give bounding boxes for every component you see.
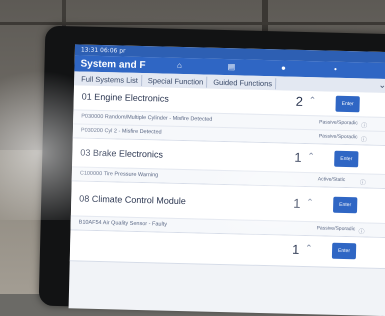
enter-button[interactable]: Enter	[334, 150, 359, 168]
info-icon[interactable]: ⓘ	[358, 226, 364, 235]
fault-count: 1	[293, 195, 301, 211]
module-row: 01 Engine Electronics 2 ⌃ Enter P030000 …	[72, 85, 385, 147]
fault-code: P030000 Random/Multiple Cylinder - Misfi…	[81, 113, 213, 123]
info-icon[interactable]: ⓘ	[361, 120, 367, 129]
module-title: 03 Brake Electronics	[80, 147, 164, 160]
tablet-screen: 13:31 06:06 pr System and F ⌂ ▤ ● • Full…	[68, 44, 385, 316]
module-header[interactable]: 1 ⌃ Enter	[70, 230, 385, 268]
chevron-up-icon[interactable]: ⌃	[305, 243, 313, 254]
fault-count: 1	[291, 241, 300, 257]
enter-button[interactable]: Enter	[335, 95, 360, 113]
background-seam	[0, 22, 385, 25]
enter-button[interactable]: Enter	[331, 242, 357, 260]
info-icon[interactable]: ⓘ	[360, 177, 366, 186]
fault-status: Passive/Sporadic	[316, 225, 356, 233]
fault-status: Passive/Sporadic	[319, 119, 358, 127]
app-title: System and F	[80, 58, 146, 71]
tablet-device: 13:31 06:06 pr System and F ⌂ ▤ ● • Full…	[38, 25, 385, 316]
info-icon[interactable]: ⓘ	[361, 134, 367, 143]
fault-code: B10AF54 Air Quality Sensor - Faulty	[78, 219, 168, 228]
module-row: 1 ⌃ Enter	[69, 230, 385, 270]
tab-guided-functions[interactable]: Guided Functions	[210, 76, 277, 89]
fault-count: 1	[294, 149, 302, 165]
home-icon[interactable]: ⌂	[174, 61, 184, 71]
module-title: 08 Climate Control Module	[79, 193, 186, 207]
tab-full-systems-list[interactable]: Full Systems List	[78, 72, 142, 86]
fault-code: P030200 Cyl 2 - Misfire Detected	[80, 127, 162, 136]
fault-count: 2	[295, 93, 304, 109]
chevron-up-icon[interactable]: ⌃	[306, 197, 314, 208]
document-icon[interactable]: ▤	[226, 62, 236, 72]
chevron-up-icon[interactable]: ⌃	[309, 95, 317, 106]
module-title: 01 Engine Electronics	[81, 91, 169, 104]
fault-code: C100000 Tire Pressure Warning	[79, 170, 159, 179]
fault-status: Passive/Sporadic	[318, 133, 358, 141]
status-time: 13:31 06:06 pr	[80, 46, 126, 55]
person-icon[interactable]: ●	[278, 63, 288, 73]
chevron-down-icon[interactable]: ⌄	[378, 80, 385, 91]
settings-icon[interactable]: •	[330, 65, 340, 75]
module-row: 08 Climate Control Module 1 ⌃ Enter B10A…	[70, 181, 385, 239]
tab-special-function[interactable]: Special Function	[144, 74, 208, 88]
enter-button[interactable]: Enter	[332, 196, 358, 214]
chevron-up-icon[interactable]: ⌃	[307, 151, 315, 162]
fault-status: Active/Static	[317, 176, 346, 184]
